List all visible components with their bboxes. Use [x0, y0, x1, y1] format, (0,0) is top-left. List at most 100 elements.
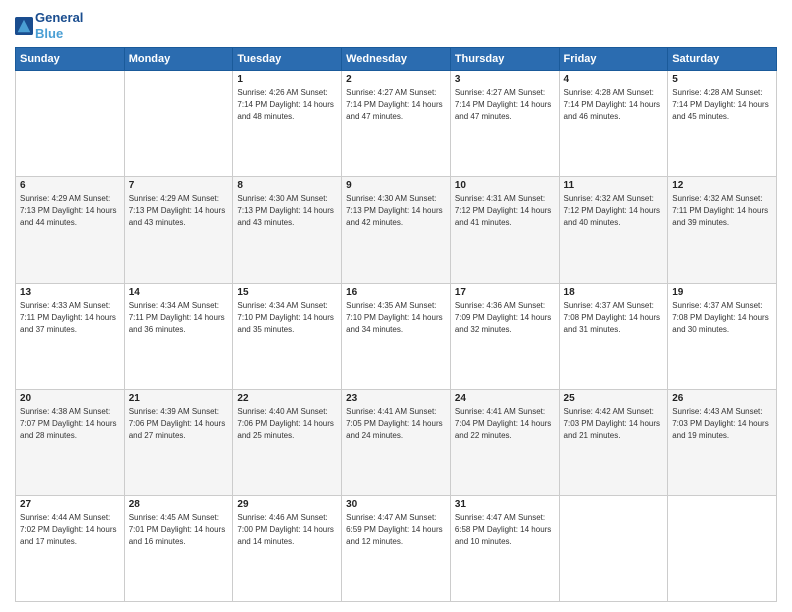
day-info: Sunrise: 4:31 AM Sunset: 7:12 PM Dayligh… — [455, 193, 555, 229]
day-number: 17 — [455, 287, 555, 298]
calendar-cell — [559, 495, 668, 601]
day-info: Sunrise: 4:30 AM Sunset: 7:13 PM Dayligh… — [237, 193, 337, 229]
header: General Blue — [15, 10, 777, 41]
calendar-cell — [668, 495, 777, 601]
calendar-cell: 23 Sunrise: 4:41 AM Sunset: 7:05 PM Dayli… — [342, 389, 451, 495]
calendar-cell: 21Sunrise: 4:39 AM Sunset: 7:06 PM Dayli… — [124, 389, 233, 495]
day-number: 23 — [346, 393, 446, 404]
logo: General Blue — [15, 10, 83, 41]
day-info: Sunrise: 4:37 AM Sunset: 7:08 PM Dayligh… — [564, 300, 664, 336]
weekday-header-thursday: Thursday — [450, 48, 559, 71]
day-info: Sunrise: 4:28 AM Sunset: 7:14 PM Dayligh… — [564, 87, 664, 123]
calendar-cell: 26 Sunrise: 4:43 AM Sunset: 7:03 PM Dayli… — [668, 389, 777, 495]
calendar-week-4: 20Sunrise: 4:38 AM Sunset: 7:07 PM Dayli… — [16, 389, 777, 495]
day-info: Sunrise: 4:26 AM Sunset: 7:14 PM Dayligh… — [237, 87, 337, 123]
day-number: 24 — [455, 393, 555, 404]
day-number: 15 — [237, 287, 337, 298]
day-info: Sunrise: 4:37 AM Sunset: 7:08 PM Dayligh… — [672, 300, 772, 336]
calendar-cell: 3 Sunrise: 4:27 AM Sunset: 7:14 PM Daylig… — [450, 71, 559, 177]
day-info: Sunrise: 4:47 AM Sunset: 6:58 PM Dayligh… — [455, 512, 555, 548]
day-info: Sunrise: 4:28 AM Sunset: 7:14 PM Dayligh… — [672, 87, 772, 123]
calendar-cell: 15 Sunrise: 4:34 AM Sunset: 7:10 PM Dayli… — [233, 283, 342, 389]
calendar-cell: 7Sunrise: 4:29 AM Sunset: 7:13 PM Daylig… — [124, 177, 233, 283]
day-info: Sunrise: 4:47 AM Sunset: 6:59 PM Dayligh… — [346, 512, 446, 548]
day-info: Sunrise: 4:27 AM Sunset: 7:14 PM Dayligh… — [346, 87, 446, 123]
day-number: 31 — [455, 499, 555, 510]
logo-icon — [15, 17, 33, 35]
day-info: Sunrise: 4:33 AM Sunset: 7:11 PM Dayligh… — [20, 300, 120, 336]
day-number: 18 — [564, 287, 664, 298]
day-number: 27 — [20, 499, 120, 510]
day-number: 2 — [346, 74, 446, 85]
day-number: 3 — [455, 74, 555, 85]
day-info: Sunrise: 4:39 AM Sunset: 7:06 PM Dayligh… — [129, 406, 229, 442]
calendar-cell: 14 Sunrise: 4:34 AM Sunset: 7:11 PM Dayli… — [124, 283, 233, 389]
day-info: Sunrise: 4:30 AM Sunset: 7:13 PM Dayligh… — [346, 193, 446, 229]
weekday-header-sunday: Sunday — [16, 48, 125, 71]
calendar-cell: 4Sunrise: 4:28 AM Sunset: 7:14 PM Daylig… — [559, 71, 668, 177]
day-number: 30 — [346, 499, 446, 510]
calendar-cell: 16 Sunrise: 4:35 AM Sunset: 7:10 PM Dayli… — [342, 283, 451, 389]
day-number: 10 — [455, 180, 555, 191]
day-info: Sunrise: 4:29 AM Sunset: 7:13 PM Dayligh… — [20, 193, 120, 229]
day-number: 8 — [237, 180, 337, 191]
day-info: Sunrise: 4:46 AM Sunset: 7:00 PM Dayligh… — [237, 512, 337, 548]
day-info: Sunrise: 4:36 AM Sunset: 7:09 PM Dayligh… — [455, 300, 555, 336]
day-number: 14 — [129, 287, 229, 298]
calendar-week-3: 13 Sunrise: 4:33 AM Sunset: 7:11 PM Dayli… — [16, 283, 777, 389]
calendar-cell: 18 Sunrise: 4:37 AM Sunset: 7:08 PM Dayli… — [559, 283, 668, 389]
day-number: 19 — [672, 287, 772, 298]
weekday-header-monday: Monday — [124, 48, 233, 71]
day-info: Sunrise: 4:43 AM Sunset: 7:03 PM Dayligh… — [672, 406, 772, 442]
day-info: Sunrise: 4:34 AM Sunset: 7:11 PM Dayligh… — [129, 300, 229, 336]
day-info: Sunrise: 4:45 AM Sunset: 7:01 PM Dayligh… — [129, 512, 229, 548]
calendar-cell: 11 Sunrise: 4:32 AM Sunset: 7:12 PM Dayli… — [559, 177, 668, 283]
calendar-cell: 10 Sunrise: 4:31 AM Sunset: 7:12 PM Dayli… — [450, 177, 559, 283]
day-number: 13 — [20, 287, 120, 298]
weekday-header-friday: Friday — [559, 48, 668, 71]
calendar-week-1: 1 Sunrise: 4:26 AM Sunset: 7:14 PM Daylig… — [16, 71, 777, 177]
calendar-cell: 6 Sunrise: 4:29 AM Sunset: 7:13 PM Daylig… — [16, 177, 125, 283]
calendar-cell: 28 Sunrise: 4:45 AM Sunset: 7:01 PM Dayli… — [124, 495, 233, 601]
day-info: Sunrise: 4:42 AM Sunset: 7:03 PM Dayligh… — [564, 406, 664, 442]
calendar-cell — [16, 71, 125, 177]
calendar-cell: 1 Sunrise: 4:26 AM Sunset: 7:14 PM Daylig… — [233, 71, 342, 177]
weekday-header-tuesday: Tuesday — [233, 48, 342, 71]
calendar-cell: 31 Sunrise: 4:47 AM Sunset: 6:58 PM Dayli… — [450, 495, 559, 601]
day-info: Sunrise: 4:35 AM Sunset: 7:10 PM Dayligh… — [346, 300, 446, 336]
day-info: Sunrise: 4:38 AM Sunset: 7:07 PM Dayligh… — [20, 406, 120, 442]
day-number: 26 — [672, 393, 772, 404]
calendar-cell: 27 Sunrise: 4:44 AM Sunset: 7:02 PM Dayli… — [16, 495, 125, 601]
day-info: Sunrise: 4:44 AM Sunset: 7:02 PM Dayligh… — [20, 512, 120, 548]
calendar-cell: 30 Sunrise: 4:47 AM Sunset: 6:59 PM Dayli… — [342, 495, 451, 601]
calendar-cell — [124, 71, 233, 177]
calendar-cell: 13 Sunrise: 4:33 AM Sunset: 7:11 PM Dayli… — [16, 283, 125, 389]
day-number: 16 — [346, 287, 446, 298]
day-info: Sunrise: 4:32 AM Sunset: 7:12 PM Dayligh… — [564, 193, 664, 229]
day-info: Sunrise: 4:32 AM Sunset: 7:11 PM Dayligh… — [672, 193, 772, 229]
day-number: 6 — [20, 180, 120, 191]
day-number: 11 — [564, 180, 664, 191]
day-info: Sunrise: 4:40 AM Sunset: 7:06 PM Dayligh… — [237, 406, 337, 442]
calendar-cell: 24 Sunrise: 4:41 AM Sunset: 7:04 PM Dayli… — [450, 389, 559, 495]
day-info: Sunrise: 4:41 AM Sunset: 7:04 PM Dayligh… — [455, 406, 555, 442]
calendar-cell: 5 Sunrise: 4:28 AM Sunset: 7:14 PM Daylig… — [668, 71, 777, 177]
day-number: 5 — [672, 74, 772, 85]
weekday-header-saturday: Saturday — [668, 48, 777, 71]
day-info: Sunrise: 4:41 AM Sunset: 7:05 PM Dayligh… — [346, 406, 446, 442]
calendar-week-5: 27 Sunrise: 4:44 AM Sunset: 7:02 PM Dayli… — [16, 495, 777, 601]
day-number: 25 — [564, 393, 664, 404]
calendar-cell: 9 Sunrise: 4:30 AM Sunset: 7:13 PM Daylig… — [342, 177, 451, 283]
day-info: Sunrise: 4:34 AM Sunset: 7:10 PM Dayligh… — [237, 300, 337, 336]
day-number: 28 — [129, 499, 229, 510]
calendar-week-2: 6 Sunrise: 4:29 AM Sunset: 7:13 PM Daylig… — [16, 177, 777, 283]
day-number: 1 — [237, 74, 337, 85]
day-number: 9 — [346, 180, 446, 191]
calendar-cell: 25 Sunrise: 4:42 AM Sunset: 7:03 PM Dayli… — [559, 389, 668, 495]
day-info: Sunrise: 4:29 AM Sunset: 7:13 PM Dayligh… — [129, 193, 229, 229]
day-info: Sunrise: 4:27 AM Sunset: 7:14 PM Dayligh… — [455, 87, 555, 123]
page: General Blue SundayMondayTuesdayWednesda… — [0, 0, 792, 612]
calendar-cell: 8 Sunrise: 4:30 AM Sunset: 7:13 PM Daylig… — [233, 177, 342, 283]
calendar-cell: 20Sunrise: 4:38 AM Sunset: 7:07 PM Dayli… — [16, 389, 125, 495]
calendar-cell: 19 Sunrise: 4:37 AM Sunset: 7:08 PM Dayli… — [668, 283, 777, 389]
